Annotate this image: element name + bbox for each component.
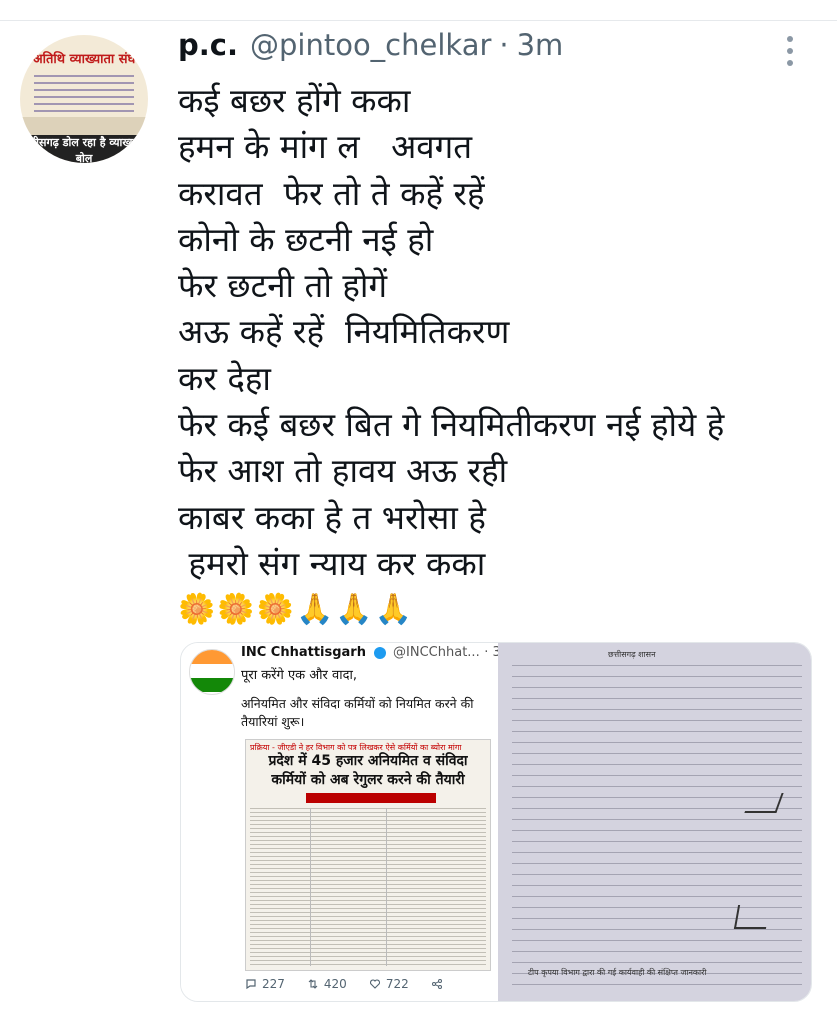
tweet-line: कोनो के छटनी नई हो bbox=[178, 219, 434, 259]
media-grid[interactable]: INC Chhattisgarh @INCChhat... · 3h पूरा … bbox=[180, 642, 812, 1002]
document-text-lines bbox=[512, 665, 802, 995]
reply-action: 227 bbox=[245, 977, 285, 991]
retweet-count: 420 bbox=[323, 977, 347, 991]
tweet-line: कई बछर होंगे कका bbox=[178, 81, 411, 120]
avatar-text-graphic bbox=[34, 75, 134, 115]
reply-icon bbox=[246, 979, 256, 990]
column-divider bbox=[386, 808, 387, 966]
tweet-time[interactable]: 3m bbox=[517, 28, 564, 62]
author-name[interactable]: p.c. bbox=[178, 28, 238, 62]
newspaper-clipping: प्रक्रिया - जीएडी ने हर विभाग को पत्र लि… bbox=[245, 739, 491, 971]
embedded-text-1: पूरा करेंगे एक और वादा, bbox=[241, 668, 358, 683]
tweet-text: कई बछर होंगे कका हमन के मांग ल अवगत कराव… bbox=[178, 78, 818, 633]
tweet-line: काबर कका हे त भरोसा हे bbox=[178, 497, 486, 537]
tweet-line: हमन के मांग ल अवगत bbox=[178, 127, 473, 167]
media-image-document[interactable]: छत्तीसगढ़ शासन टीप कृपया विभाग द्वारा की… bbox=[498, 643, 811, 1001]
avatar-title: अतिथि व्याख्याता संघ bbox=[32, 52, 136, 67]
tweet-line: अऊ कहें रहें नियमितिकरण bbox=[178, 312, 510, 352]
tweet-header: p.c. @pintoo_chelkar · 3m bbox=[178, 28, 563, 68]
like-icon bbox=[369, 979, 380, 989]
embedded-author-handle: @INCChhat... bbox=[393, 645, 480, 660]
embedded-actions: 227 420 722 bbox=[245, 977, 443, 991]
tweet-line: कर देहा bbox=[178, 358, 271, 398]
retweet-action: 420 bbox=[307, 977, 347, 991]
embedded-author-name: INC Chhattisgarh bbox=[241, 645, 366, 660]
avatar[interactable]: अतिथि व्याख्याता संघ छत्तीसगढ़ डोल रहा ह… bbox=[20, 35, 148, 163]
avatar-footer: छत्तीसगढ़ डोल रहा है व्याख्याता बोल bbox=[20, 135, 148, 163]
embedded-tweet-header: INC Chhattisgarh @INCChhat... · 3h bbox=[241, 645, 509, 660]
media-image-screenshot[interactable]: INC Chhattisgarh @INCChhat... · 3h पूरा … bbox=[181, 643, 509, 1001]
tweet-line: फेर छटनी तो होगें bbox=[178, 266, 388, 306]
share-icon bbox=[431, 979, 442, 989]
column-divider bbox=[310, 808, 311, 966]
top-divider bbox=[0, 20, 837, 21]
avatar-band bbox=[20, 117, 148, 135]
author-handle[interactable]: @pintoo_chelkar bbox=[250, 28, 491, 62]
retweet-icon bbox=[308, 979, 318, 989]
like-action: 722 bbox=[369, 977, 409, 991]
like-count: 722 bbox=[385, 977, 409, 991]
header-separator: · bbox=[499, 28, 509, 62]
document-caption: टीप कृपया विभाग द्वारा की गई कार्यवाही क… bbox=[528, 968, 707, 977]
tweet-line: करावत फेर तो ते कहें रहें bbox=[178, 173, 485, 213]
clipping-headline: प्रदेश में 45 हजार अनियमित व संविदा कर्म… bbox=[268, 753, 468, 788]
embedded-text-2: अनियमित और संविदा कर्मियों को नियमित करन… bbox=[241, 696, 474, 729]
verified-badge-icon bbox=[373, 646, 386, 659]
inc-logo-icon bbox=[189, 649, 235, 695]
tweet-line: फेर कई बछर बित गे नियमितीकरण नई होये हे bbox=[178, 405, 725, 445]
more-vertical-icon[interactable] bbox=[784, 36, 796, 66]
document-header: छत्तीसगढ़ शासन bbox=[608, 650, 656, 659]
emoji-row: 🌼🌼🌼🙏🙏🙏 bbox=[178, 592, 415, 628]
reply-count: 227 bbox=[262, 977, 285, 991]
tweet-line: फेर आश तो हावय अऊ रही bbox=[178, 451, 508, 491]
clipping-columns bbox=[250, 808, 486, 966]
tweet-line: हमरो संग न्याय कर कका bbox=[178, 543, 486, 583]
clipping-red-bar bbox=[306, 793, 436, 803]
signature-mark bbox=[733, 905, 771, 929]
